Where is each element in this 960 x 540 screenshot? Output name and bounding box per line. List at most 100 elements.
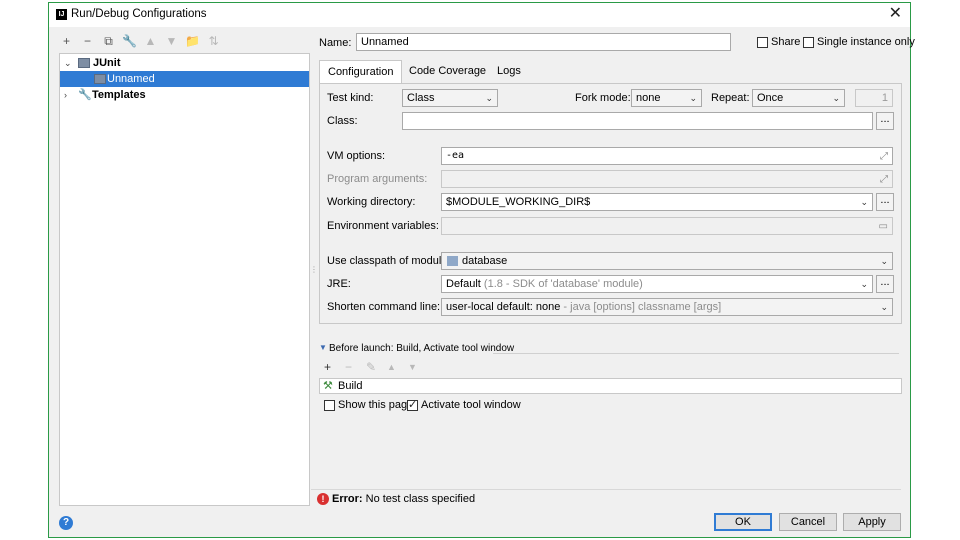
environment-variables-label: Environment variables: [327, 220, 439, 232]
before-launch-task-list: ⚒ Build [319, 378, 902, 394]
browse-class-button[interactable]: ... [876, 112, 894, 130]
shorten-command-line-select[interactable]: user-local default: none - java [options… [441, 298, 893, 316]
close-icon[interactable]: ✕ [889, 5, 902, 23]
move-down-icon[interactable]: ▼ [164, 33, 179, 49]
jre-value: Default [446, 278, 481, 290]
wrench-icon[interactable]: 🔧 [122, 33, 137, 49]
tree-item-label: Templates [92, 89, 146, 101]
shorten-command-line-value: user-local default: none [446, 301, 561, 313]
tree-item-unnamed[interactable]: Unnamed [60, 71, 309, 87]
single-instance-label: Single instance only [817, 36, 915, 48]
activate-tool-window-label: Activate tool window [421, 399, 521, 411]
name-field[interactable]: Unnamed [356, 33, 731, 51]
junit-config-icon [94, 74, 106, 84]
module-folder-icon [447, 256, 458, 266]
hammer-icon: ⚒ [323, 380, 333, 392]
environment-variables-field[interactable]: ▭ [441, 217, 893, 235]
name-label: Name: [319, 37, 352, 49]
show-this-page-checkbox[interactable] [324, 400, 335, 411]
repeat-label: Repeat: [711, 92, 750, 104]
background-editor [0, 0, 48, 540]
folder-icon[interactable]: 📁 [185, 33, 200, 49]
class-field[interactable] [402, 112, 873, 130]
tree-item-junit[interactable]: ⌄ JUnit [60, 55, 309, 71]
chevron-down-icon: ⌄ [485, 93, 493, 103]
wrench-icon: 🔧 [78, 89, 92, 101]
tree-item-label: Unnamed [107, 73, 155, 85]
show-this-page-label: Show this page [338, 399, 414, 411]
remove-task-icon[interactable]: − [345, 360, 352, 374]
vm-options-field[interactable]: -ea ⤢ [441, 147, 893, 165]
configurations-toolbar: + − ⧉ 🔧 ▲ ▼ 📁 ⇅ [59, 33, 221, 51]
working-directory-field[interactable]: $MODULE_WORKING_DIR$ ⌄ [441, 193, 873, 211]
share-label: Share [771, 36, 801, 48]
expand-icon[interactable]: ⤢ [880, 172, 888, 187]
jre-select[interactable]: Default (1.8 - SDK of 'database' module)… [441, 275, 873, 293]
test-kind-value: Class [407, 92, 435, 104]
repeat-count-field[interactable]: 1 [855, 89, 893, 107]
chevron-right-icon[interactable]: › [64, 87, 67, 103]
test-kind-select[interactable]: Class ⌄ [402, 89, 498, 107]
apply-button[interactable]: Apply [843, 513, 901, 531]
title-bar: IJ Run/Debug Configurations ✕ [49, 3, 910, 27]
sort-icon[interactable]: ⇅ [206, 33, 221, 49]
error-icon: ! [317, 493, 329, 505]
tab-configuration[interactable]: Configuration [319, 60, 403, 84]
move-up-icon[interactable]: ▲ [143, 33, 158, 49]
fork-mode-value: none [636, 92, 661, 104]
remove-icon[interactable]: − [80, 33, 95, 49]
junit-icon [78, 58, 90, 68]
fork-mode-select[interactable]: none ⌄ [631, 89, 702, 107]
working-directory-value: $MODULE_WORKING_DIR$ [446, 196, 591, 208]
collapse-triangle-icon[interactable]: ▼ [319, 343, 327, 352]
repeat-select[interactable]: Once ⌄ [752, 89, 845, 107]
browse-jre-button[interactable]: ... [876, 275, 894, 293]
help-icon[interactable]: ? [59, 516, 73, 530]
move-down-icon[interactable]: ▼ [408, 362, 417, 372]
tab-logs[interactable]: Logs [489, 60, 529, 84]
single-instance-checkbox[interactable] [803, 37, 814, 48]
test-kind-label: Test kind: [327, 92, 374, 104]
fork-mode-label: Fork mode: [575, 92, 631, 104]
class-label: Class: [327, 115, 358, 127]
task-item-build[interactable]: Build [338, 379, 362, 393]
share-checkbox[interactable] [757, 37, 768, 48]
working-directory-label: Working directory: [327, 196, 416, 208]
configurations-tree: ⌄ JUnit Unnamed › 🔧 Templates [59, 53, 310, 506]
add-task-icon[interactable]: + [324, 360, 331, 374]
jre-hint: (1.8 - SDK of 'database' module) [483, 278, 643, 290]
tree-item-templates[interactable]: › 🔧 Templates [60, 87, 309, 103]
classpath-module-label: Use classpath of module: [327, 255, 451, 267]
error-text: No test class specified [365, 493, 476, 505]
edit-task-icon[interactable]: ✎ [366, 360, 376, 374]
add-icon[interactable]: + [59, 33, 74, 49]
chevron-down-icon: ⌄ [860, 197, 868, 207]
tab-code-coverage[interactable]: Code Coverage [401, 60, 494, 84]
browse-working-directory-button[interactable]: ... [876, 193, 894, 211]
error-divider [311, 489, 901, 490]
chevron-down-icon: ⌄ [860, 279, 868, 289]
folder-icon[interactable]: ▭ [879, 219, 888, 234]
tree-item-label: JUnit [93, 57, 121, 69]
program-arguments-field[interactable]: ⤢ [441, 170, 893, 188]
vm-options-value: -ea [446, 150, 465, 161]
jre-label: JRE: [327, 278, 351, 290]
activate-tool-window-checkbox[interactable] [407, 398, 418, 411]
program-arguments-label: Program arguments: [327, 173, 428, 185]
splitter-handle[interactable]: ⋮ [310, 265, 318, 277]
move-up-icon[interactable]: ▲ [387, 362, 396, 372]
repeat-value: Once [757, 92, 784, 104]
window-title: Run/Debug Configurations [71, 8, 207, 20]
expand-icon[interactable]: ⤢ [880, 149, 888, 164]
copy-icon[interactable]: ⧉ [101, 33, 116, 49]
shorten-command-line-label: Shorten command line: [327, 301, 441, 313]
classpath-module-select[interactable]: database ⌄ [441, 252, 893, 270]
chevron-down-icon: ⌄ [880, 302, 888, 312]
chevron-down-icon: ⌄ [880, 256, 888, 266]
cancel-button[interactable]: Cancel [779, 513, 837, 531]
ok-button[interactable]: OK [714, 513, 772, 531]
run-debug-configurations-dialog: IJ Run/Debug Configurations ✕ + − ⧉ 🔧 ▲ … [48, 2, 915, 538]
chevron-down-icon[interactable]: ⌄ [64, 55, 72, 71]
before-launch-title[interactable]: Before launch: Build, Activate tool wind… [329, 343, 514, 354]
section-divider [493, 353, 899, 354]
